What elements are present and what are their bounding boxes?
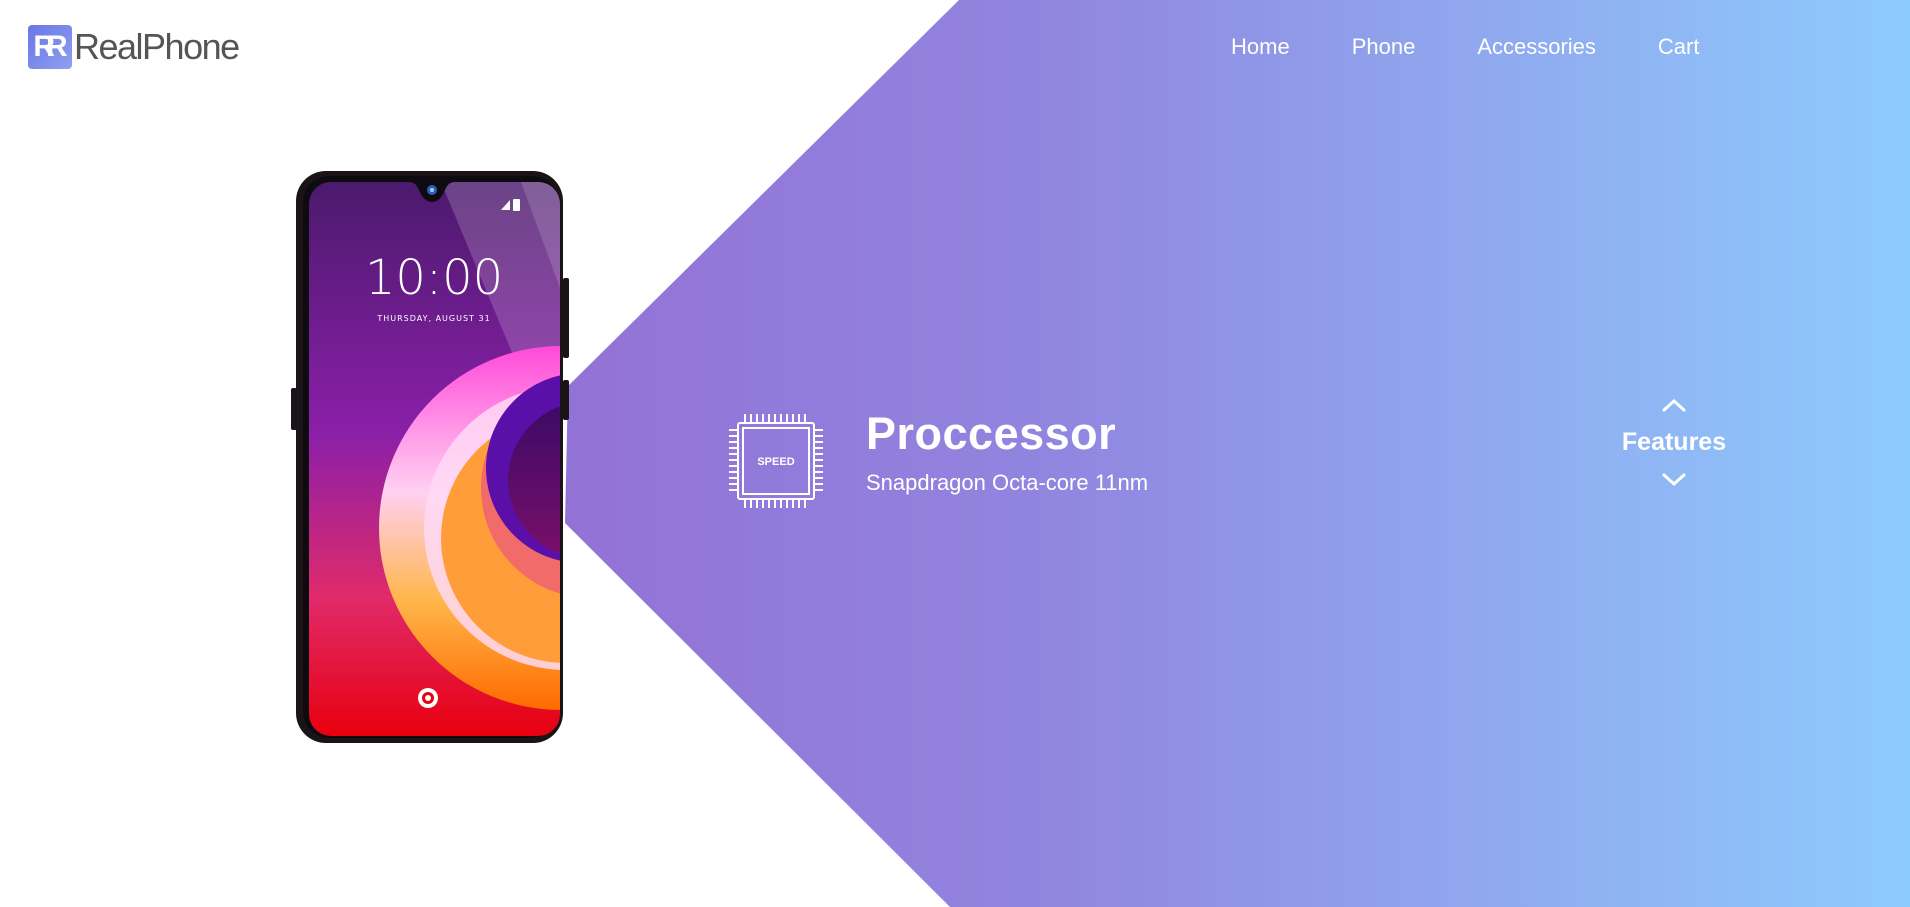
logo-icon: RR — [28, 25, 72, 69]
phone-date: THURSDAY, AUGUST 31 — [376, 314, 490, 323]
chevron-down-icon[interactable] — [1661, 471, 1687, 489]
brand-name: RealPhone — [74, 26, 240, 67]
phone-clock: 10:00 — [365, 250, 503, 306]
brand-logo[interactable]: RR RealPhone — [28, 25, 240, 69]
chip-label: SPEED — [757, 456, 794, 468]
feature-description: Snapdragon Octa-core 11nm — [866, 470, 1149, 495]
chevron-up-icon[interactable] — [1661, 396, 1687, 414]
nav-cart-link[interactable]: Cart — [1658, 34, 1700, 60]
feature-panel: SPEED Proccessor Snapdragon Octa-core 11… — [728, 408, 1148, 510]
phone-product-image: 10:00 THURSDAY, AUGUST 31 — [291, 171, 569, 743]
main-navigation: Home Phone Accessories Cart — [1231, 34, 1761, 60]
feature-title: Proccessor — [866, 408, 1117, 459]
nav-home-link[interactable]: Home — [1231, 34, 1290, 60]
battery-icon — [513, 199, 520, 211]
logo-mark-letter: R — [33, 30, 54, 63]
nav-accessories-link[interactable]: Accessories — [1477, 34, 1596, 60]
features-label: Features — [1621, 428, 1727, 456]
nav-phone-link[interactable]: Phone — [1352, 34, 1416, 60]
features-navigator: Features — [1620, 396, 1728, 489]
feature-text-block: Proccessor Snapdragon Octa-core 11nm — [866, 408, 1148, 510]
logo-mark-letter: R — [46, 30, 67, 63]
chip-icon: SPEED — [729, 414, 823, 508]
